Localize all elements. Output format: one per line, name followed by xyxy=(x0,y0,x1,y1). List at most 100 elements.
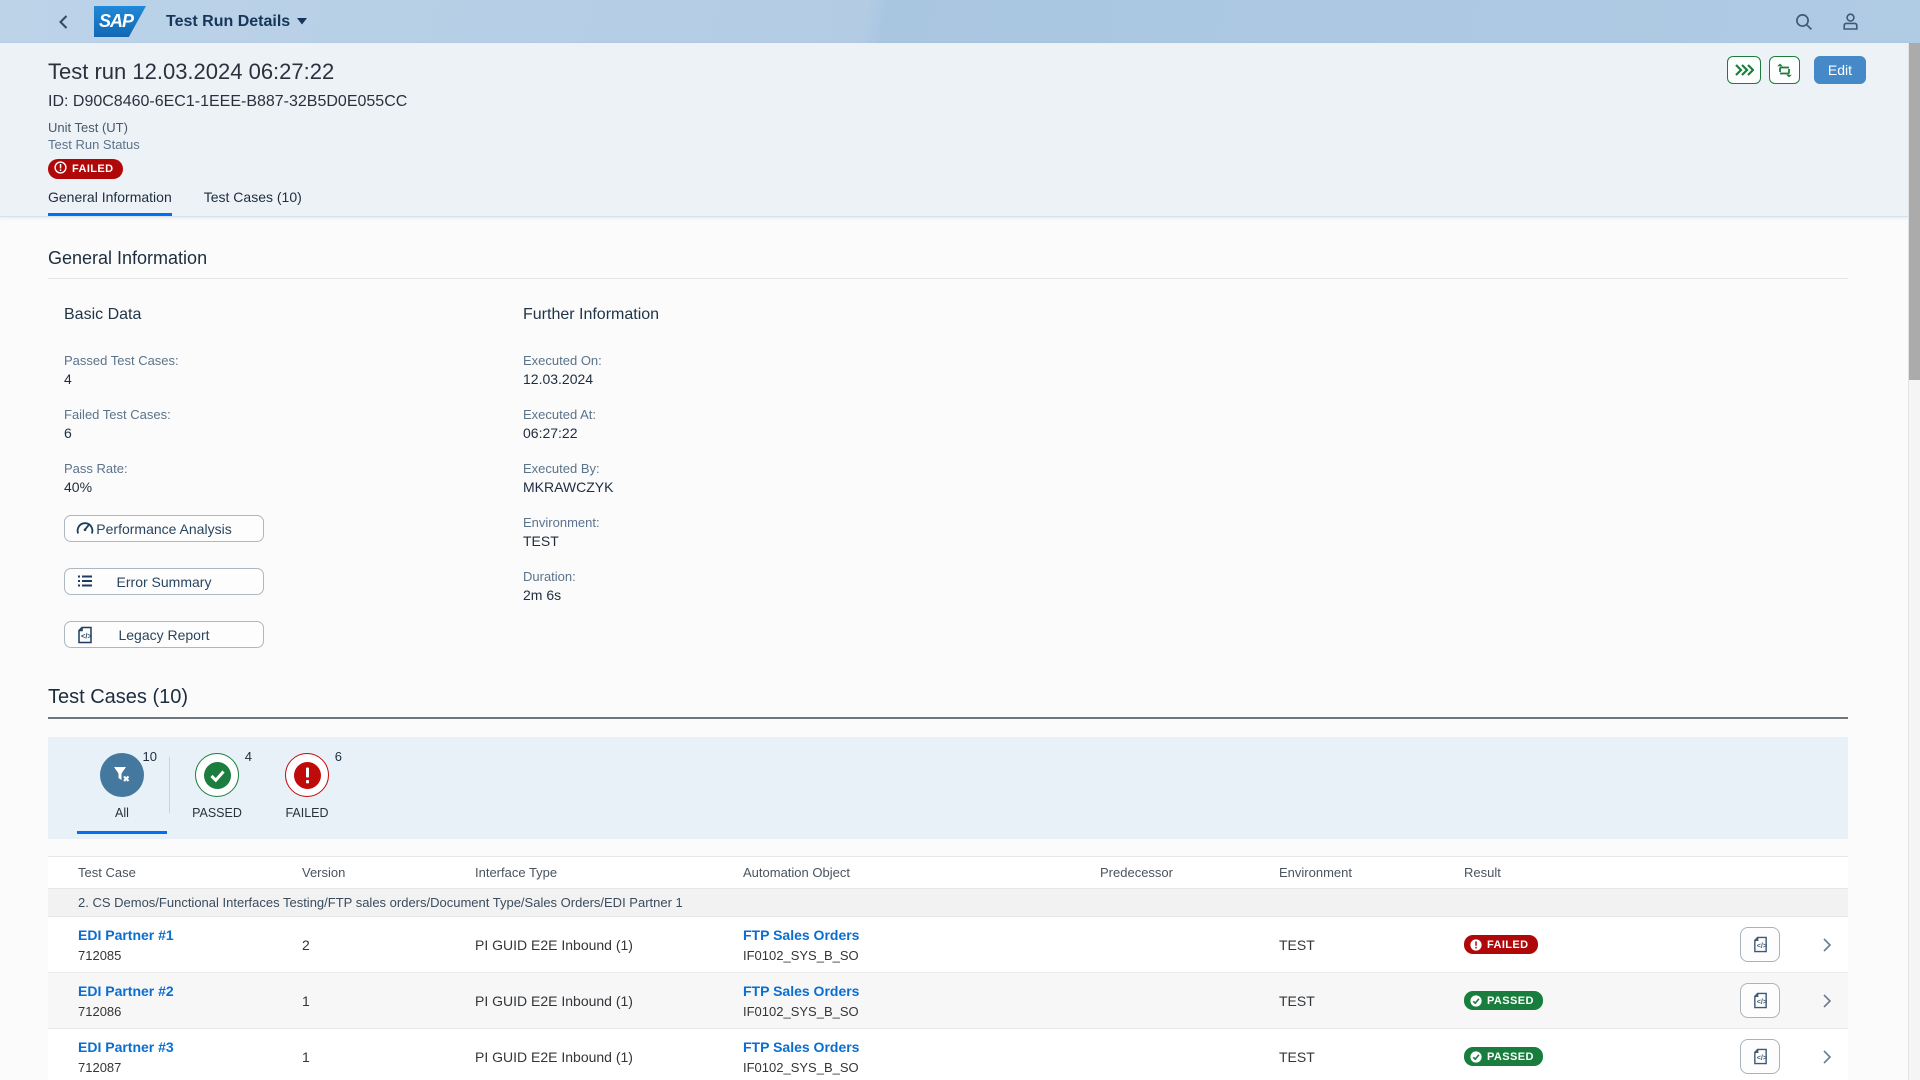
caret-down-icon xyxy=(297,18,307,25)
status-caption: Test Run Status xyxy=(48,137,1908,152)
environment-cell: TEST xyxy=(1277,1049,1462,1065)
result-badge: FAILED xyxy=(1464,935,1538,954)
tab-general-information[interactable]: General Information xyxy=(48,177,172,216)
environment-cell: TEST xyxy=(1277,993,1462,1009)
general-information-heading: General Information xyxy=(48,248,1848,269)
result-badge: PASSED xyxy=(1464,1047,1543,1066)
performance-analysis-button[interactable]: Performance Analysis xyxy=(64,515,264,542)
search-icon xyxy=(1795,13,1813,31)
legacy-report-button[interactable]: </> Legacy Report xyxy=(64,621,264,648)
chevron-right-icon[interactable] xyxy=(1822,937,1832,953)
test-cases-table: Test Case Version Interface Type Automat… xyxy=(48,856,1848,1080)
filter-passed[interactable]: 4 PASSED xyxy=(172,737,262,839)
executed-at-field: Executed At: 06:27:22 xyxy=(523,407,1848,441)
svg-text:</>: </> xyxy=(1756,942,1766,950)
interface-type-cell: PI GUID E2E Inbound (1) xyxy=(473,1049,741,1065)
automation-object-link[interactable]: FTP Sales Orders xyxy=(743,1039,1098,1055)
test-case-id: 712086 xyxy=(78,1004,300,1019)
sap-logo-text: SAP xyxy=(99,11,133,32)
test-cases-divider xyxy=(48,717,1848,719)
result-badge-text: PASSED xyxy=(1487,995,1534,1007)
result-badge-text: PASSED xyxy=(1487,1051,1534,1063)
duration-field: Duration: 2m 6s xyxy=(523,569,1848,603)
document-code-icon: </> xyxy=(1752,936,1769,953)
failed-circle-icon xyxy=(285,753,329,797)
status-badge-text: FAILED xyxy=(72,163,114,175)
sap-logo[interactable]: SAP xyxy=(94,6,146,37)
further-information-heading: Further Information xyxy=(523,306,1848,324)
expand-actions-button[interactable] xyxy=(1727,56,1761,84)
person-icon xyxy=(1841,12,1860,31)
result-badge: PASSED xyxy=(1464,991,1543,1010)
svg-text:</>: </> xyxy=(81,632,92,641)
test-type-label: Unit Test (UT) xyxy=(48,120,1908,135)
result-badge-text: FAILED xyxy=(1487,939,1529,951)
refresh-icon xyxy=(1776,63,1793,78)
test-cases-heading: Test Cases (10) xyxy=(48,685,1848,709)
table-row[interactable]: EDI Partner #2 712086 1 PI GUID E2E Inbo… xyxy=(48,973,1848,1029)
row-legacy-report-button[interactable]: </> xyxy=(1740,1039,1780,1074)
table-row[interactable]: EDI Partner #3 712087 1 PI GUID E2E Inbo… xyxy=(48,1029,1848,1080)
test-run-id: ID: D90C8460-6EC1-1EEE-B887-32B5D0E055CC xyxy=(48,93,1908,111)
test-case-id: 712085 xyxy=(78,948,300,963)
automation-object-id: IF0102_SYS_B_SO xyxy=(743,1004,1098,1019)
table-header-row: Test Case Version Interface Type Automat… xyxy=(48,857,1848,889)
svg-text:</>: </> xyxy=(1756,998,1766,1006)
row-legacy-report-button[interactable]: </> xyxy=(1740,983,1780,1018)
test-case-id: 712087 xyxy=(78,1060,300,1075)
automation-object-id: IF0102_SYS_B_SO xyxy=(743,1060,1098,1075)
row-legacy-report-button[interactable]: </> xyxy=(1740,927,1780,962)
filter-failed[interactable]: 6 FAILED xyxy=(262,737,352,839)
document-code-icon: </> xyxy=(1752,992,1769,1009)
exclamation-circle-icon xyxy=(1470,939,1482,951)
environment-cell: TEST xyxy=(1277,937,1462,953)
automation-object-id: IF0102_SYS_B_SO xyxy=(743,948,1098,963)
app-title-label: Test Run Details xyxy=(166,13,290,31)
speedometer-icon xyxy=(76,520,94,538)
automation-object-link[interactable]: FTP Sales Orders xyxy=(743,983,1098,999)
anchor-tab-bar: General Information Test Cases (10) xyxy=(48,177,1908,216)
environment-field: Environment: TEST xyxy=(523,515,1848,549)
filter-all[interactable]: 10 All xyxy=(77,737,167,839)
triple-chevron-right-icon xyxy=(1734,63,1754,77)
table-row[interactable]: EDI Partner #1 712085 2 PI GUID E2E Inbo… xyxy=(48,917,1848,973)
app-title-menu[interactable]: Test Run Details xyxy=(166,13,307,31)
shell-bar: SAP Test Run Details xyxy=(0,0,1920,43)
refresh-button[interactable] xyxy=(1769,56,1800,84)
check-circle-icon xyxy=(1470,1051,1482,1063)
test-case-link[interactable]: EDI Partner #1 xyxy=(78,927,300,943)
back-button[interactable] xyxy=(56,14,72,30)
table-group-header: 2. CS Demos/Functional Interfaces Testin… xyxy=(48,889,1848,917)
automation-object-link[interactable]: FTP Sales Orders xyxy=(743,927,1098,943)
basic-data-group: Basic Data Passed Test Cases: 4 Failed T… xyxy=(64,279,523,648)
version-cell: 1 xyxy=(300,993,473,1009)
interface-type-cell: PI GUID E2E Inbound (1) xyxy=(473,993,741,1009)
test-case-link[interactable]: EDI Partner #3 xyxy=(78,1039,300,1055)
version-cell: 1 xyxy=(300,1049,473,1065)
back-chevron-icon xyxy=(56,14,72,30)
svg-text:</>: </> xyxy=(1756,1054,1766,1062)
tab-test-cases[interactable]: Test Cases (10) xyxy=(204,177,302,216)
chevron-right-icon[interactable] xyxy=(1822,1049,1832,1065)
check-circle-icon xyxy=(1470,995,1482,1007)
user-profile-button[interactable] xyxy=(1841,12,1860,31)
chevron-right-icon[interactable] xyxy=(1822,993,1832,1009)
further-information-group: Further Information Executed On: 12.03.2… xyxy=(523,279,1848,648)
vertical-scrollbar[interactable] xyxy=(1908,43,1920,1080)
scrollbar-thumb[interactable] xyxy=(1909,43,1920,380)
bulleted-list-icon xyxy=(76,573,94,591)
interface-type-cell: PI GUID E2E Inbound (1) xyxy=(473,937,741,953)
test-run-status-badge: FAILED xyxy=(48,159,123,179)
executed-on-field: Executed On: 12.03.2024 xyxy=(523,353,1848,387)
filter-separator xyxy=(169,757,170,813)
pass-rate-field: Pass Rate: 40% xyxy=(64,461,523,495)
passed-circle-icon xyxy=(195,753,239,797)
executed-by-field: Executed By: MKRAWCZYK xyxy=(523,461,1848,495)
icon-tab-filter-bar: 10 All 4 PASSED xyxy=(48,737,1848,839)
search-button[interactable] xyxy=(1795,13,1813,31)
edit-button[interactable]: Edit xyxy=(1814,56,1866,84)
version-cell: 2 xyxy=(300,937,473,953)
error-summary-button[interactable]: Error Summary xyxy=(64,568,264,595)
document-code-icon: </> xyxy=(76,626,94,644)
test-case-link[interactable]: EDI Partner #2 xyxy=(78,983,300,999)
